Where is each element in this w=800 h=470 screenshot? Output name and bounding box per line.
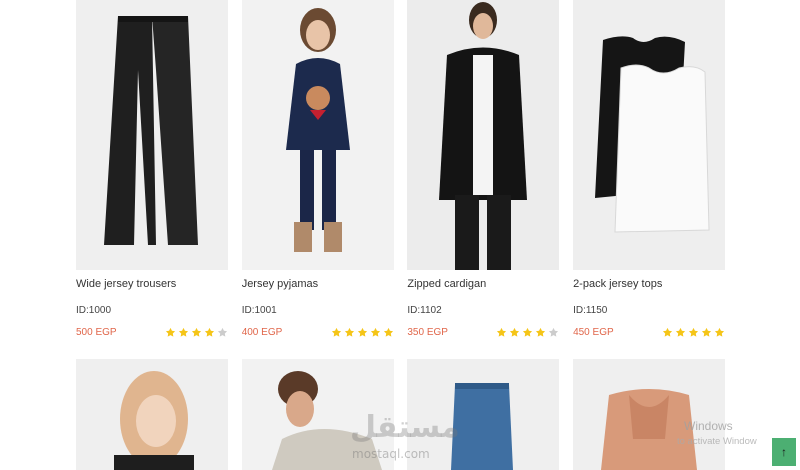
watermark-logo: مستقل — [350, 410, 460, 445]
star-filled-icon — [497, 327, 507, 337]
product-price: 450 EGP — [573, 327, 614, 338]
star-filled-icon — [344, 327, 354, 337]
product-name[interactable]: Wide jersey trousers — [76, 278, 228, 292]
product-name[interactable]: Jersey pyjamas — [242, 278, 394, 292]
star-filled-icon — [370, 327, 380, 337]
product-price: 500 EGP — [76, 327, 117, 338]
star-empty-icon — [549, 327, 559, 337]
star-filled-icon — [331, 327, 341, 337]
product-footer: 500 EGP — [76, 327, 228, 338]
product-card[interactable]: Zipped cardigan ID:1102 350 EGP — [407, 0, 560, 338]
product-name[interactable]: 2-pack jersey tops — [573, 278, 725, 292]
product-image[interactable] — [573, 0, 726, 270]
star-filled-icon — [688, 327, 699, 337]
product-image[interactable] — [241, 0, 394, 270]
star-filled-icon — [714, 327, 725, 337]
rating-stars — [165, 327, 228, 338]
star-filled-icon — [165, 327, 176, 337]
product-price: 400 EGP — [241, 327, 283, 338]
rating-stars — [662, 327, 725, 338]
star-filled-icon — [383, 327, 393, 337]
product-image[interactable] — [573, 359, 726, 470]
product-card[interactable]: Jersey pyjamas ID:1001 400 EGP — [241, 0, 394, 338]
product-name[interactable]: Zipped cardigan — [407, 278, 559, 292]
product-footer: 400 EGP — [242, 327, 394, 338]
windows-activation-subtitle: to activate Window — [677, 436, 757, 447]
star-filled-icon — [536, 327, 546, 337]
product-card[interactable]: Wide jersey trousers ID:1000 500 EGP — [76, 0, 228, 338]
product-image[interactable] — [407, 0, 560, 270]
rating-stars — [496, 327, 559, 338]
product-id: ID:1150 — [573, 305, 608, 316]
rating-stars — [331, 327, 394, 338]
product-id: ID:1001 — [241, 305, 277, 316]
star-filled-icon — [701, 327, 712, 337]
star-filled-icon — [204, 327, 215, 337]
product-card[interactable] — [573, 359, 726, 470]
star-filled-icon — [357, 327, 367, 337]
product-id: ID:1000 — [76, 305, 112, 316]
product-card[interactable]: 2-pack jersey tops ID:1150 450 EGP — [573, 0, 726, 338]
product-image[interactable] — [76, 359, 228, 470]
product-footer: 350 EGP — [407, 327, 559, 338]
product-grid: Wide jersey trousers ID:1000 500 EGP Jer… — [76, 0, 726, 338]
star-filled-icon — [191, 327, 202, 337]
product-card[interactable] — [76, 359, 228, 470]
product-image[interactable] — [76, 0, 228, 270]
star-filled-icon — [523, 327, 533, 337]
product-price: 350 EGP — [407, 327, 448, 338]
products-page: Wide jersey trousers ID:1000 500 EGP Jer… — [0, 0, 800, 470]
watermark-site: mostaql.com — [352, 447, 430, 461]
star-filled-icon — [675, 327, 686, 337]
arrow-up-icon: ↑ — [781, 445, 787, 459]
product-footer: 450 EGP — [573, 327, 725, 338]
scroll-to-top-button[interactable]: ↑ — [772, 438, 796, 466]
star-filled-icon — [510, 327, 520, 337]
star-filled-icon — [662, 327, 673, 337]
windows-activation-title: Windows — [684, 419, 733, 433]
star-empty-icon — [217, 327, 228, 337]
star-filled-icon — [178, 327, 189, 337]
product-id: ID:1102 — [407, 305, 442, 316]
